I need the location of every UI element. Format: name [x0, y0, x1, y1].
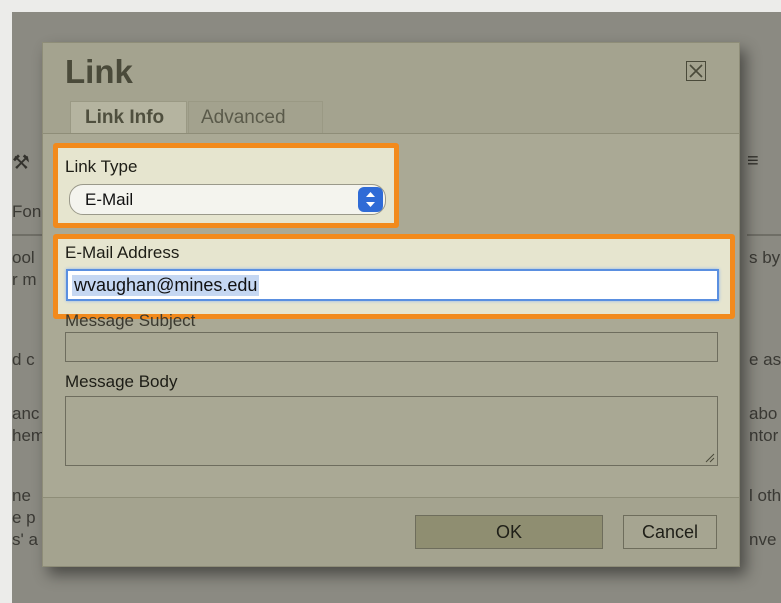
dialog-title: Link	[65, 53, 133, 90]
link-type-selected-value: E-Mail	[85, 190, 134, 209]
message-subject-input[interactable]	[65, 332, 718, 362]
bg-divider	[747, 234, 781, 236]
tab-link-info[interactable]: Link Info	[70, 101, 187, 133]
bg-text-fragment: s by	[749, 248, 781, 267]
email-address-value: wvaughan@mines.edu	[72, 275, 260, 296]
tab-advanced[interactable]: Advanced	[188, 101, 323, 133]
message-body-label: Message Body	[65, 372, 178, 391]
bg-text-fragment: e as	[749, 350, 781, 369]
bg-text-fragment: r m	[12, 270, 37, 289]
bg-text-fragment: anc	[12, 404, 40, 423]
link-dialog: Link Link Info Advanced Link Type E-Mail…	[42, 42, 740, 567]
bg-text-fragment: ool	[12, 248, 35, 267]
message-subject-label: Message Subject	[65, 311, 196, 330]
link-type-select[interactable]: E-Mail	[69, 184, 386, 215]
editor-toolbar-icon: ⚒	[12, 152, 30, 174]
bg-text-fragment: d c	[12, 350, 35, 369]
bg-text-fragment: abo	[749, 404, 778, 423]
bg-text-fragment: Fon	[12, 202, 42, 221]
align-justify-icon: ≡	[747, 150, 759, 172]
bg-text-fragment: l oth	[749, 486, 781, 505]
bg-text-fragment: e p	[12, 508, 36, 527]
bg-divider	[12, 234, 42, 236]
bg-text-fragment: nve	[749, 530, 777, 549]
select-arrows-icon	[358, 187, 383, 212]
close-icon[interactable]	[686, 61, 706, 81]
bg-text-fragment: ne	[12, 486, 31, 505]
footer-divider	[43, 497, 739, 498]
link-type-label: Link Type	[65, 157, 138, 176]
resize-grip-icon[interactable]	[703, 451, 715, 463]
email-address-label: E-Mail Address	[65, 243, 180, 262]
ok-button[interactable]: OK	[415, 515, 603, 549]
message-body-textarea[interactable]	[65, 396, 718, 466]
bg-text-fragment: ntor	[749, 426, 779, 445]
email-address-input[interactable]: wvaughan@mines.edu	[66, 269, 719, 301]
cancel-button[interactable]: Cancel	[623, 515, 717, 549]
bg-text-fragment: s' a	[12, 530, 38, 549]
bg-text-fragment: hem	[12, 426, 46, 445]
